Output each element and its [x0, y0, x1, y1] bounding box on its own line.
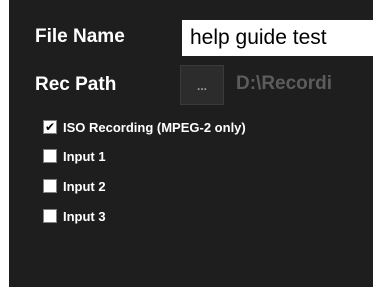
rec-path-label: Rec Path — [35, 74, 117, 95]
iso-recording-label: ISO Recording (MPEG-2 only) — [63, 119, 246, 135]
input-1-option[interactable]: Input 1 — [43, 146, 106, 166]
input-3-label: Input 3 — [63, 208, 106, 224]
iso-recording-checkbox[interactable]: ✔ — [43, 120, 57, 134]
input-2-checkbox[interactable] — [43, 179, 57, 193]
input-3-checkbox[interactable] — [43, 209, 57, 223]
browse-path-button[interactable]: ... — [180, 65, 224, 105]
rec-path-value: D:\Recordi — [236, 73, 333, 94]
input-1-checkbox[interactable] — [43, 149, 57, 163]
file-name-label: File Name — [35, 26, 125, 47]
file-name-input[interactable]: help guide test — [182, 20, 373, 56]
input-2-label: Input 2 — [63, 178, 106, 194]
input-2-option[interactable]: Input 2 — [43, 176, 106, 196]
checkmark-icon: ✔ — [44, 120, 56, 134]
recording-settings-panel: File Name help guide test Rec Path ... D… — [9, 0, 373, 287]
input-3-option[interactable]: Input 3 — [43, 206, 106, 226]
input-1-label: Input 1 — [63, 148, 106, 164]
bottom-border — [0, 287, 373, 292]
iso-recording-option[interactable]: ✔ ISO Recording (MPEG-2 only) — [43, 117, 246, 137]
